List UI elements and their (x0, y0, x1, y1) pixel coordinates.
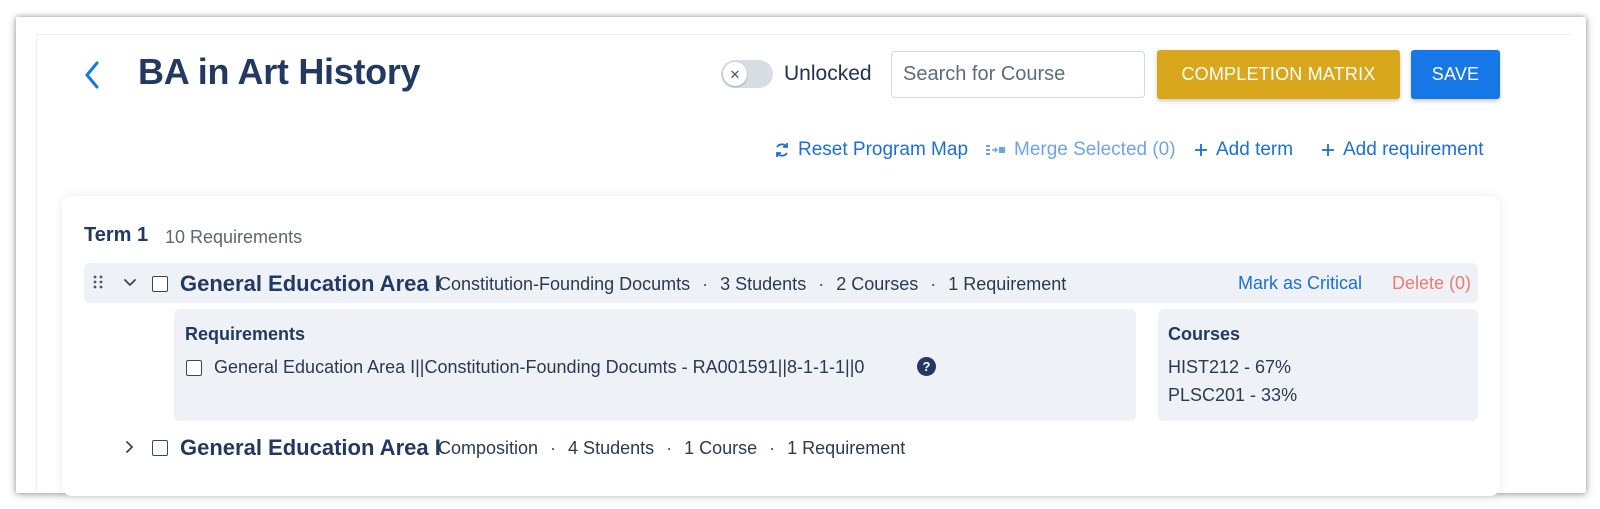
separator: · (550, 438, 557, 458)
lock-toggle-label: Unlocked (784, 62, 872, 85)
group-subtitle: Constitution-Founding Documts (438, 274, 691, 294)
reset-program-map-label: Reset Program Map (798, 139, 969, 160)
group-subtitle: Composition (438, 438, 539, 458)
requirement-item: General Education Area I||Constitution-F… (214, 357, 865, 377)
group-details: Constitution-Founding Documts · 3 Studen… (438, 274, 1066, 295)
group-details: Composition · 4 Students · 1 Course · 1 … (438, 438, 905, 459)
top-divider (36, 34, 1572, 35)
close-icon: ✕ (729, 66, 741, 82)
plus-icon (1321, 143, 1335, 157)
separator: · (769, 438, 776, 458)
plus-icon (1194, 143, 1208, 157)
merge-icon (986, 144, 1006, 156)
merge-selected-label: Merge Selected (0) (1014, 139, 1176, 160)
add-requirement-link[interactable]: Add requirement (1321, 139, 1483, 161)
separator: · (702, 274, 709, 294)
group-courses: 2 Courses (836, 274, 919, 294)
merge-selected-link[interactable]: Merge Selected (0) (986, 139, 1176, 161)
separator: · (930, 274, 937, 294)
reset-program-map-link[interactable]: Reset Program Map (774, 139, 968, 161)
completion-matrix-button[interactable]: COMPLETION MATRIX (1157, 50, 1400, 99)
left-divider (36, 34, 37, 493)
separator: · (818, 274, 825, 294)
term-requirement-count: 10 Requirements (165, 227, 303, 247)
add-term-label: Add term (1216, 139, 1294, 160)
group-requirements: 1 Requirement (787, 438, 906, 458)
toggle-knob: ✕ (723, 62, 747, 86)
delete-link[interactable]: Delete (0) (1392, 273, 1471, 294)
back-button[interactable] (80, 58, 104, 92)
mark-as-critical-link[interactable]: Mark as Critical (1238, 273, 1362, 294)
drag-handle-icon[interactable] (92, 273, 104, 291)
group-students: 3 Students (720, 274, 807, 294)
group-name: General Education Area I (180, 271, 441, 296)
chevron-right-icon[interactable] (121, 437, 139, 457)
courses-panel-title: Courses (1168, 324, 1241, 344)
group-students: 4 Students (568, 438, 655, 458)
course-item: HIST212 - 67% (1168, 357, 1292, 377)
chevron-left-icon (85, 61, 99, 89)
course-item: PLSC201 - 33% (1168, 385, 1298, 405)
search-input[interactable] (891, 51, 1145, 98)
add-requirement-label: Add requirement (1343, 139, 1484, 160)
group-requirements: 1 Requirement (948, 274, 1067, 294)
help-circle-icon[interactable]: ? (917, 357, 936, 376)
refresh-icon (774, 141, 790, 159)
save-button[interactable]: SAVE (1411, 50, 1500, 99)
lock-toggle[interactable]: ✕ (721, 60, 773, 88)
group-checkbox[interactable] (152, 440, 168, 456)
page-title: BA in Art History (138, 51, 421, 92)
group-checkbox[interactable] (152, 276, 168, 292)
separator: · (666, 438, 673, 458)
group-name: General Education Area I (180, 435, 441, 460)
add-term-link[interactable]: Add term (1194, 139, 1293, 161)
chevron-down-icon[interactable] (121, 273, 139, 293)
group-courses: 1 Course (684, 438, 758, 458)
requirements-panel-title: Requirements (185, 324, 306, 344)
requirement-checkbox[interactable] (186, 360, 202, 376)
term-title: Term 1 (84, 224, 149, 246)
